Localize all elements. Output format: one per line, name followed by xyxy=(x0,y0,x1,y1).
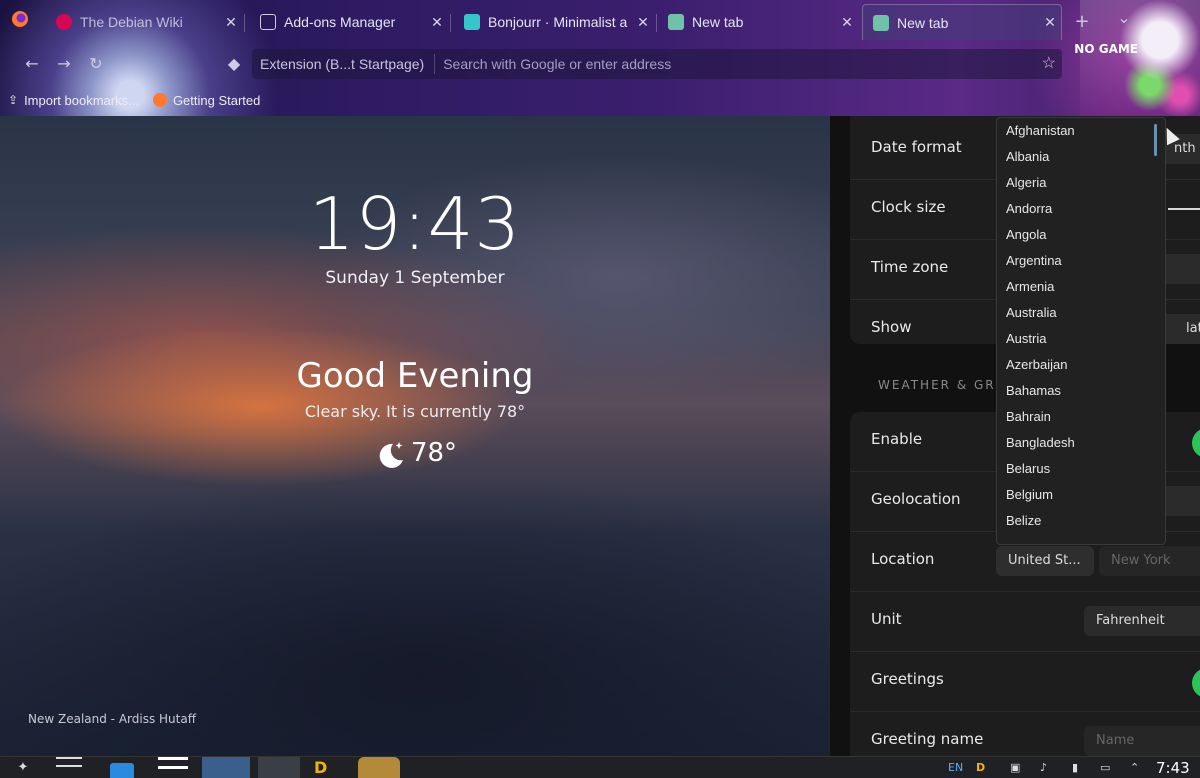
setting-greetings: Greetings xyxy=(850,652,1200,712)
bookmarks-toolbar: ⇪ Import bookmarks... Getting Started xyxy=(8,88,260,112)
firefox-menu-icon[interactable] xyxy=(8,10,32,34)
dropdown-scrollbar[interactable] xyxy=(1154,124,1157,156)
weather-summary: 78° xyxy=(0,438,830,468)
battery-icon[interactable]: ▮ xyxy=(1072,761,1078,774)
debian-icon xyxy=(56,14,72,30)
firefox-taskbar-icon[interactable] xyxy=(202,757,250,778)
printer-icon[interactable]: ▣ xyxy=(1010,761,1020,774)
country-option[interactable]: Angola xyxy=(997,222,1165,248)
country-dropdown-list[interactable]: Afghanistan Albania Algeria Andorra Ango… xyxy=(996,117,1166,545)
browser-chrome: The Debian Wiki ✕ Add-ons Manager ✕ Bonj… xyxy=(0,0,1200,116)
network-icon[interactable]: ▭ xyxy=(1100,761,1110,774)
setting-unit: Unit Fahrenheit xyxy=(850,592,1200,652)
country-option[interactable]: Azerbaijan xyxy=(997,352,1165,378)
close-icon[interactable]: ✕ xyxy=(632,14,654,31)
country-option[interactable]: Albania xyxy=(997,144,1165,170)
city-input[interactable]: New York xyxy=(1099,546,1200,576)
tab-new-tab-active[interactable]: New tab ✕ xyxy=(862,4,1062,40)
tab-bar: The Debian Wiki ✕ Add-ons Manager ✕ Bonj… xyxy=(0,4,1200,40)
tab-new-tab[interactable]: New tab ✕ xyxy=(658,4,858,40)
expand-tray-icon[interactable]: ⌃ xyxy=(1130,761,1139,774)
navigation-toolbar: ← → ↻ ◆ Extension (B...t Startpage) ☆ xyxy=(0,46,1200,82)
tiger-icon[interactable] xyxy=(358,757,400,778)
temperature: 78° xyxy=(410,438,458,468)
keyboard-language[interactable]: EN xyxy=(948,761,963,774)
country-option[interactable]: Austria xyxy=(997,326,1165,352)
moon-stars-icon xyxy=(373,438,403,468)
enable-toggle[interactable] xyxy=(1192,428,1200,458)
theme-artwork xyxy=(1080,0,1200,116)
tracking-protection-icon[interactable]: ◆ xyxy=(222,52,246,76)
back-icon[interactable]: ← xyxy=(20,52,44,76)
country-option[interactable]: Algeria xyxy=(997,170,1165,196)
greeting: Good Evening xyxy=(296,356,534,396)
close-icon[interactable]: ✕ xyxy=(1039,14,1061,31)
country-option[interactable]: Argentina xyxy=(997,248,1165,274)
editor-icon[interactable]: D xyxy=(310,757,350,778)
tab-debian-wiki[interactable]: The Debian Wiki ✕ xyxy=(46,4,242,40)
app-launcher-icon[interactable]: ✦ xyxy=(10,757,36,778)
country-option[interactable]: Australia xyxy=(997,300,1165,326)
close-icon[interactable]: ✕ xyxy=(836,14,858,31)
extension-identity[interactable]: Extension (B...t Startpage) xyxy=(252,54,436,74)
unit-select[interactable]: Fahrenheit xyxy=(1084,606,1200,636)
store-icon[interactable] xyxy=(110,763,134,778)
import-icon: ⇪ xyxy=(8,93,19,107)
puzzle-icon xyxy=(260,14,276,30)
greetings-toggle[interactable] xyxy=(1192,668,1200,698)
forward-icon[interactable]: → xyxy=(52,52,76,76)
tab-separator xyxy=(656,14,657,32)
clock-size-slider[interactable] xyxy=(1168,208,1200,210)
greeting-name-input[interactable]: Name xyxy=(1084,726,1200,756)
country-option[interactable]: Belize xyxy=(997,508,1165,534)
country-option[interactable]: Bahrain xyxy=(997,404,1165,430)
newtab-icon xyxy=(668,14,684,30)
photo-credit[interactable]: New Zealand - Ardiss Hutaff xyxy=(28,712,196,726)
country-option[interactable]: Bangladesh xyxy=(997,430,1165,456)
files-icon[interactable] xyxy=(56,757,82,778)
tab-bonjourr[interactable]: Bonjourr · Minimalist a ✕ xyxy=(454,4,654,40)
bookmark-star-icon[interactable]: ☆ xyxy=(1042,53,1056,73)
volume-icon[interactable]: ♪ xyxy=(1040,761,1047,774)
terminal-window-icon[interactable] xyxy=(158,757,188,778)
reload-icon[interactable]: ↻ xyxy=(84,52,108,76)
close-icon[interactable]: ✕ xyxy=(220,14,242,31)
country-option[interactable]: Armenia xyxy=(997,274,1165,300)
firefox-icon xyxy=(152,93,167,107)
newtab-icon xyxy=(873,14,889,31)
bookmark-getting-started[interactable]: Getting Started xyxy=(152,93,260,108)
tab-separator xyxy=(244,14,245,32)
country-option[interactable]: Belarus xyxy=(997,456,1165,482)
close-icon[interactable]: ✕ xyxy=(426,14,448,31)
clock-time: 19:43 xyxy=(308,182,522,266)
country-option[interactable]: Belgium xyxy=(997,482,1165,508)
country-option[interactable]: Afghanistan xyxy=(997,118,1165,144)
bonjourr-icon xyxy=(464,14,480,30)
clock-date: Sunday 1 September xyxy=(325,268,505,288)
url-bar[interactable]: Extension (B...t Startpage) ☆ xyxy=(252,49,1062,79)
bookmark-import[interactable]: ⇪ Import bookmarks... xyxy=(8,93,139,108)
address-input[interactable] xyxy=(443,56,1062,72)
theme-badge: NO GAME xyxy=(1074,42,1138,56)
country-select[interactable]: United St... xyxy=(996,546,1094,576)
weather-description: Clear sky. It is currently 78° xyxy=(304,402,526,421)
updates-icon[interactable]: D xyxy=(976,761,985,774)
tab-addons-manager[interactable]: Add-ons Manager ✕ xyxy=(250,4,448,40)
country-option[interactable]: Andorra xyxy=(997,196,1165,222)
taskbar: ✦ D EN D ▣ ♪ ▮ ▭ ⌃ 7:43 xyxy=(0,756,1200,778)
console-icon[interactable] xyxy=(258,757,300,778)
startpage-background: 19:43 Sunday 1 September Good Evening Cl… xyxy=(0,116,830,756)
setting-greeting-name: Greeting name Name xyxy=(850,712,1200,756)
tab-separator xyxy=(450,14,451,32)
country-option[interactable]: Bahamas xyxy=(997,378,1165,404)
system-clock[interactable]: 7:43 xyxy=(1156,759,1190,777)
